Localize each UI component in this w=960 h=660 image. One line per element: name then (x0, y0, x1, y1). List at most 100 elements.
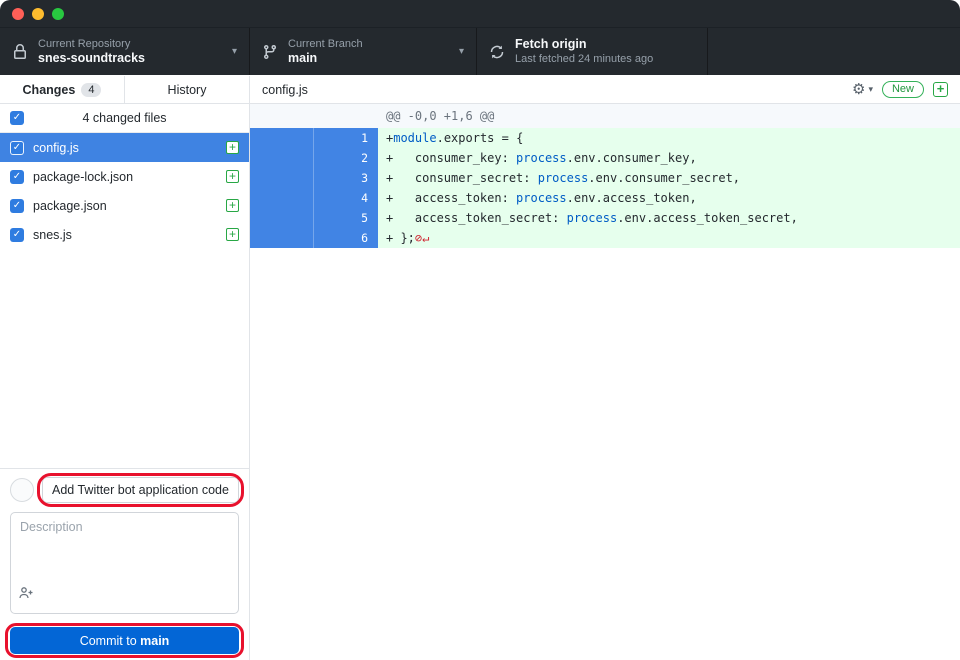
commit-summary-row (10, 477, 239, 503)
hunk-header: @@ -0,0 +1,6 @@ (250, 104, 960, 128)
diff-gutter-old[interactable] (250, 128, 314, 148)
file-name: snes.js (33, 228, 72, 242)
zoom-button[interactable] (52, 8, 64, 20)
select-all-checkbox[interactable]: ✓ (10, 111, 24, 125)
file-checkbox[interactable]: ✓ (10, 199, 24, 213)
diff-line-code: + };⊘↵ (378, 228, 960, 248)
toolbar: Current Repository snes-soundtracks ▾ Cu… (0, 28, 960, 75)
file-added-icon: + (933, 82, 948, 97)
tab-history[interactable]: History (124, 76, 249, 103)
code-segment: process (516, 191, 567, 205)
diff-line: 3+ consumer_secret: process.env.consumer… (250, 168, 960, 188)
commit-description-input[interactable] (10, 512, 239, 614)
tab-changes-label: Changes (23, 83, 76, 97)
file-row[interactable]: ✓package-lock.json+ (0, 162, 249, 191)
code-segment: module (393, 131, 436, 145)
commit-description-wrap (10, 512, 239, 614)
diff-gutter-old[interactable] (250, 188, 314, 208)
diff-content: @@ -0,0 +1,6 @@ 1+module.exports = {2+ c… (250, 104, 960, 248)
code-segment: .exports = { (437, 131, 524, 145)
file-row[interactable]: ✓snes.js+ (0, 220, 249, 249)
diff-line-code: + consumer_secret: process.env.consumer_… (378, 168, 960, 188)
diff-gutter-old[interactable] (250, 148, 314, 168)
code-segment: process (567, 211, 618, 225)
gear-icon: ⚙ (852, 82, 865, 97)
diff-line: 2+ consumer_key: process.env.consumer_ke… (250, 148, 960, 168)
avatar (10, 478, 34, 502)
code-segment: process (516, 151, 567, 165)
code-segment: + access_token: (386, 191, 516, 205)
file-checkbox[interactable]: ✓ (10, 228, 24, 242)
file-added-icon: + (226, 199, 239, 212)
chevron-down-icon: ▾ (868, 84, 873, 95)
diff-file-title: config.js (262, 83, 308, 97)
sidebar-tabs: Changes 4 History (0, 76, 249, 104)
diff-line: 4 + access_token: process.env.access_toke… (250, 188, 960, 208)
diff-gutter-line-number[interactable]: 3 (314, 168, 378, 188)
code-segment: ⊘↵ (415, 231, 429, 245)
file-row[interactable]: ✓package.json+ (0, 191, 249, 220)
diff-lines: 1+module.exports = {2+ consumer_key: pro… (250, 128, 960, 248)
diff-gutter-line-number[interactable]: 6 (314, 228, 378, 248)
diff-view: config.js ⚙ ▾ New + @@ -0,0 +1,6 @@ 1+mo… (250, 76, 960, 660)
commit-button-branch: main (140, 634, 169, 648)
diff-line-code: + consumer_key: process.env.consumer_key… (378, 148, 960, 168)
fetch-label: Fetch origin (515, 37, 653, 52)
diff-gutter-old[interactable] (250, 208, 314, 228)
lock-icon (12, 44, 28, 60)
code-segment: + }; (386, 231, 415, 245)
fetch-origin-button[interactable]: Fetch origin Last fetched 24 minutes ago (477, 28, 708, 75)
code-segment: process (538, 171, 589, 185)
file-name: config.js (33, 141, 79, 155)
select-all-row: ✓ 4 changed files (0, 104, 249, 133)
tab-history-label: History (168, 83, 207, 97)
changes-sidebar: Changes 4 History ✓ 4 changed files ✓ con… (0, 76, 250, 660)
diff-line: 1+module.exports = { (250, 128, 960, 148)
diff-line: 5+ access_token_secret: process.env.acce… (250, 208, 960, 228)
file-checkbox[interactable]: ✓ (10, 170, 24, 184)
repository-label: Current Repository (38, 37, 145, 51)
diff-gutter-line-number[interactable]: 1 (314, 128, 378, 148)
titlebar (0, 0, 960, 28)
repository-selector[interactable]: Current Repository snes-soundtracks ▾ (0, 28, 250, 75)
commit-button[interactable]: Commit to main (10, 627, 239, 654)
file-name: package-lock.json (33, 170, 133, 184)
diff-gutter-line-number[interactable]: 4 (314, 188, 378, 208)
code-segment: .env.consumer_secret, (588, 171, 740, 185)
fetch-status: Last fetched 24 minutes ago (515, 52, 653, 66)
close-button[interactable] (12, 8, 24, 20)
diff-options-button[interactable]: ⚙ ▾ (852, 82, 873, 97)
new-file-badge: New (882, 81, 924, 98)
content-area: Changes 4 History ✓ 4 changed files ✓ con… (0, 76, 960, 660)
git-branch-icon (262, 44, 278, 60)
diff-gutter-old[interactable] (250, 168, 314, 188)
branch-name: main (288, 51, 363, 66)
branch-selector[interactable]: Current Branch main ▾ (250, 28, 477, 75)
code-segment: + access_token_secret: (386, 211, 567, 225)
file-checkbox[interactable]: ✓ (10, 141, 24, 155)
diff-file-header: config.js ⚙ ▾ New + (250, 76, 960, 104)
add-coauthor-icon[interactable] (18, 585, 34, 606)
code-segment: .env.access_token, (567, 191, 697, 205)
commit-button-wrap: Commit to main (10, 627, 239, 654)
commit-summary-input[interactable] (42, 477, 239, 503)
diff-gutter-line-number[interactable]: 2 (314, 148, 378, 168)
code-segment: .env.access_token_secret, (617, 211, 798, 225)
code-segment: + consumer_secret: (386, 171, 538, 185)
changed-files-summary: 4 changed files (0, 111, 249, 125)
hunk-header-text: @@ -0,0 +1,6 @@ (386, 109, 494, 123)
chevron-down-icon: ▾ (459, 46, 464, 57)
diff-line-code: +module.exports = { (378, 128, 960, 148)
github-desktop-window: Current Repository snes-soundtracks ▾ Cu… (0, 0, 960, 660)
code-segment: + consumer_key: (386, 151, 516, 165)
commit-button-prefix: Commit to (80, 634, 140, 648)
diff-line-code: + access_token_secret: process.env.acces… (378, 208, 960, 228)
file-added-icon: + (226, 141, 239, 154)
diff-gutter-old[interactable] (250, 228, 314, 248)
minimize-button[interactable] (32, 8, 44, 20)
file-list: ✓config.js+✓package-lock.json+✓package.j… (0, 133, 249, 249)
sync-icon (489, 44, 505, 60)
diff-gutter-line-number[interactable]: 5 (314, 208, 378, 228)
tab-changes[interactable]: Changes 4 (0, 76, 124, 103)
file-row[interactable]: ✓ config.js + (0, 133, 249, 162)
